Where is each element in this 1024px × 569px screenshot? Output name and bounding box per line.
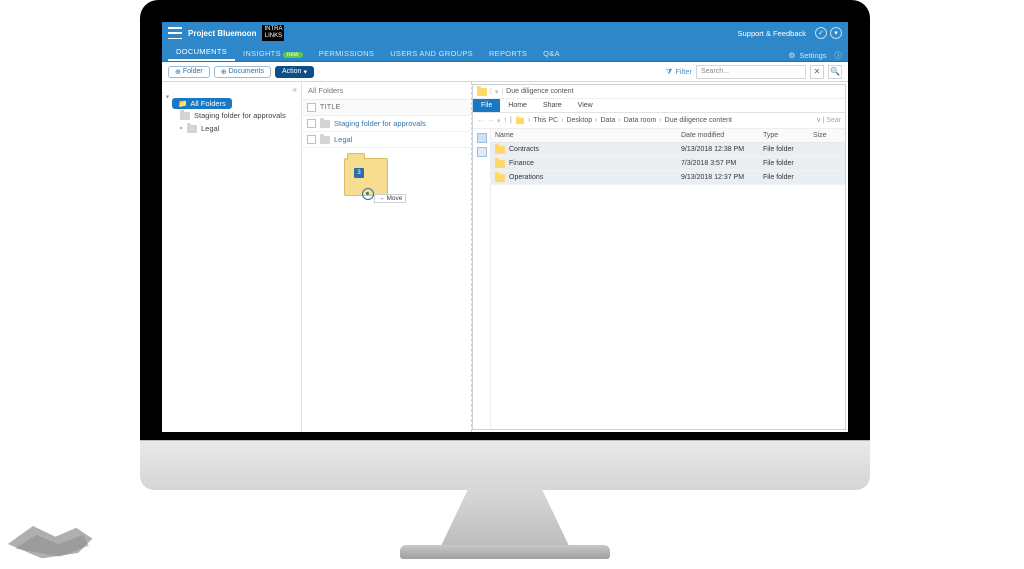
tab-qa[interactable]: Q&A	[535, 46, 568, 61]
app-topbar: Project Bluemoon INTRA LINKS Support & F…	[162, 22, 848, 44]
monitor-chin	[140, 440, 870, 490]
explorer-columns: Name Date modified Type Size	[491, 129, 845, 143]
drag-tooltip: → Move	[374, 194, 406, 203]
app-screen: Project Bluemoon INTRA LINKS Support & F…	[162, 22, 848, 432]
menu-icon[interactable]	[168, 27, 182, 39]
folder-icon	[320, 120, 330, 128]
support-link[interactable]: Support & Feedback	[738, 29, 806, 38]
new-badge: new	[283, 52, 303, 58]
brand-logo: INTRA LINKS	[262, 25, 284, 41]
folder-icon	[516, 117, 524, 123]
tree-item-staging[interactable]: Staging folder for approvals	[166, 109, 299, 122]
drag-count-badge: 3	[354, 168, 364, 178]
ribbon-tab-home[interactable]: Home	[500, 99, 535, 112]
explorer-row[interactable]: Finance 7/3/2018 3:57 PM File folder	[491, 157, 845, 171]
ribbon-tab-file[interactable]: File	[473, 99, 500, 112]
list-row-staging[interactable]: Staging folder for approvals	[302, 116, 471, 132]
row-checkbox[interactable]	[307, 119, 316, 128]
explorer-row[interactable]: Operations 9/13/2018 12:37 PM File folde…	[491, 171, 845, 185]
explorer-titlebar[interactable]: | ▾ | Due diligence content	[473, 85, 845, 99]
action-menu-button[interactable]: Action ▾	[275, 66, 314, 78]
chevron-right-icon: ▸	[180, 125, 183, 132]
folder-icon	[495, 174, 505, 182]
settings-link[interactable]: Settings	[799, 51, 826, 60]
drag-drop-area[interactable]: 3 → Move	[302, 148, 471, 268]
search-input[interactable]: Search...	[696, 65, 806, 79]
explorer-address-bar[interactable]: ← → ▾ ↑ | › This PC› Desktop› Data› Data…	[473, 113, 845, 129]
clear-search-button[interactable]: ✕	[810, 65, 824, 79]
col-type[interactable]: Type	[759, 132, 809, 139]
explorer-search[interactable]: Sear	[826, 117, 841, 124]
drag-cursor-icon	[362, 188, 374, 200]
row-checkbox[interactable]	[307, 135, 316, 144]
folder-icon	[180, 112, 190, 120]
tab-documents[interactable]: DOCUMENTS	[168, 44, 235, 61]
explorer-title: Due diligence content	[506, 88, 573, 95]
tab-permissions[interactable]: PERMISSIONS	[311, 46, 382, 61]
monitor-frame: Project Bluemoon INTRA LINKS Support & F…	[140, 0, 870, 460]
help-icon[interactable]: ✓	[815, 27, 827, 39]
explorer-quick-access	[473, 129, 491, 429]
tab-insights[interactable]: INSIGHTSnew	[235, 46, 311, 61]
explorer-file-list: Name Date modified Type Size Contracts 9…	[491, 129, 845, 429]
folder-icon	[320, 136, 330, 144]
nav-up-icon[interactable]: ↑	[504, 117, 508, 124]
col-name[interactable]: Name	[491, 132, 677, 139]
ribbon-tab-view[interactable]: View	[570, 99, 601, 112]
folder-icon	[495, 160, 505, 168]
col-size[interactable]: Size	[809, 132, 845, 139]
select-all-checkbox[interactable]	[307, 103, 316, 112]
chevron-down-icon[interactable]: ▾	[166, 94, 169, 101]
decorative-smudge	[6, 507, 96, 563]
col-title[interactable]: TITLE	[320, 101, 471, 114]
toolbar: ⊕ Folder ⊕ Documents Action ▾ ⧩ Filter S…	[162, 62, 848, 82]
nav-fwd-icon[interactable]: →	[487, 117, 494, 124]
nav-back-icon[interactable]: ←	[477, 117, 484, 124]
monitor-stand	[440, 488, 570, 548]
collapse-tree-icon[interactable]: «	[293, 85, 297, 94]
add-folder-button[interactable]: ⊕ Folder	[168, 66, 210, 78]
user-menu-icon[interactable]: ▾	[830, 27, 842, 39]
project-title: Project Bluemoon	[188, 29, 256, 38]
list-row-legal[interactable]: Legal	[302, 132, 471, 148]
explorer-row[interactable]: Contracts 9/13/2018 12:38 PM File folder	[491, 143, 845, 157]
quick-access-icon[interactable]	[477, 133, 487, 143]
monitor-base	[400, 545, 610, 559]
add-documents-button[interactable]: ⊕ Documents	[214, 66, 271, 78]
quick-access-icon[interactable]	[477, 147, 487, 157]
nav-tabs: DOCUMENTS INSIGHTSnew PERMISSIONS USERS …	[162, 44, 848, 62]
main-area: « ▾ 📁 All Folders Staging folder for app…	[162, 82, 848, 432]
folder-icon	[187, 125, 197, 133]
filter-button[interactable]: ⧩ Filter	[666, 67, 692, 77]
explorer-ribbon-tabs: File Home Share View	[473, 99, 845, 113]
tab-users-groups[interactable]: USERS AND GROUPS	[382, 46, 481, 61]
tree-root[interactable]: 📁 All Folders	[172, 98, 232, 109]
funnel-icon: ⧩	[666, 67, 673, 77]
folder-icon	[477, 88, 487, 96]
list-columns: TITLE	[302, 100, 471, 116]
folder-tree-pane: « ▾ 📁 All Folders Staging folder for app…	[162, 82, 302, 432]
search-button[interactable]: 🔍	[828, 65, 842, 79]
tree-item-legal[interactable]: ▸ Legal	[166, 122, 299, 135]
gear-icon[interactable]: ⚙	[788, 51, 795, 60]
ribbon-tab-share[interactable]: Share	[535, 99, 570, 112]
tab-reports[interactable]: REPORTS	[481, 46, 535, 61]
col-date[interactable]: Date modified	[677, 132, 759, 139]
folder-list-pane: All Folders TITLE Staging folder for app…	[302, 82, 472, 432]
list-header: All Folders	[302, 82, 471, 100]
explorer-qat-divider: |	[490, 88, 492, 95]
folder-icon	[495, 146, 505, 154]
file-explorer-window: | ▾ | Due diligence content File Home Sh…	[472, 84, 846, 430]
info-icon[interactable]: ⓘ	[835, 50, 843, 61]
